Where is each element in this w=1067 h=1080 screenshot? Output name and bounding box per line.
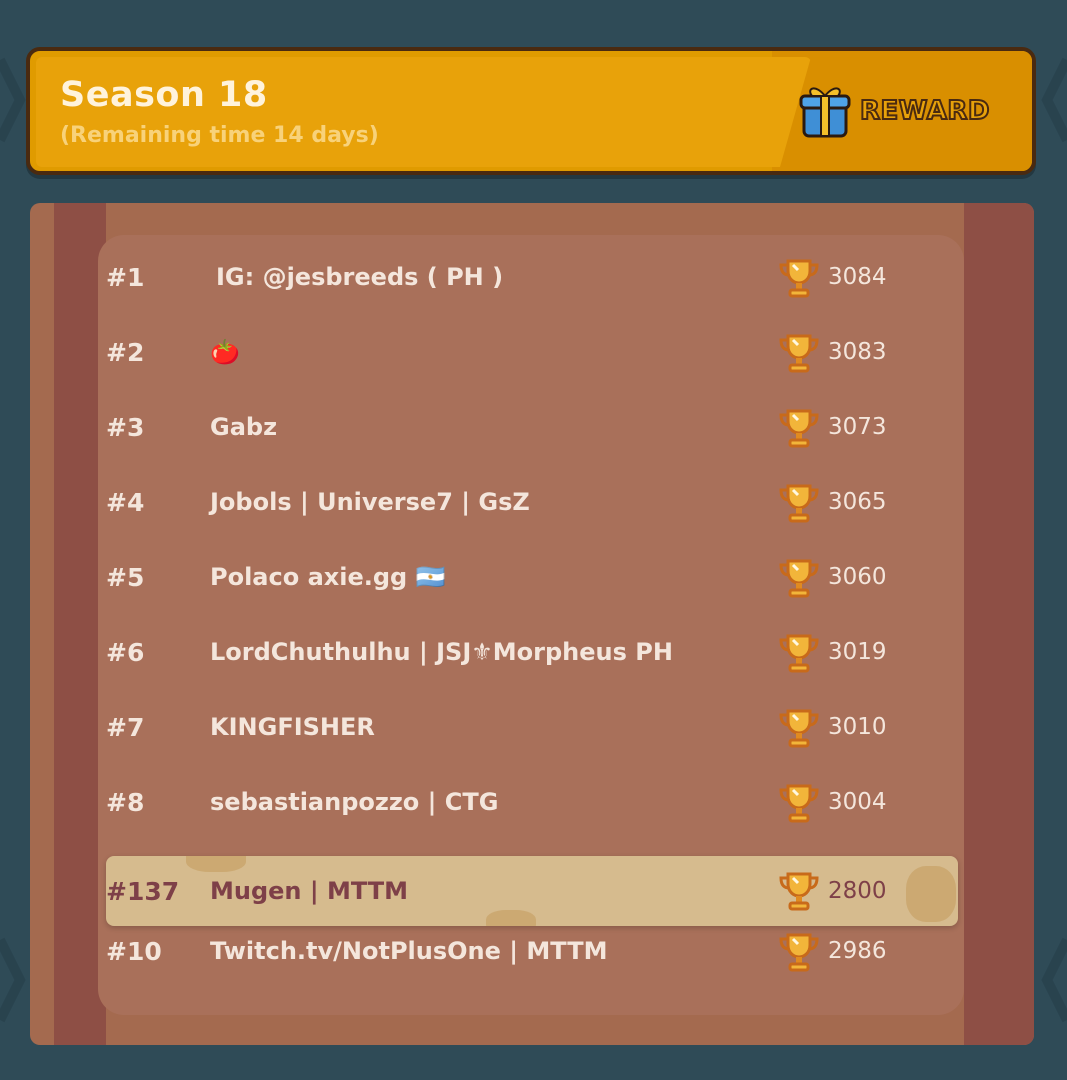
row-score: 3019 [828,639,887,665]
row-rank: #1 [106,262,145,292]
row-player-name: Jobols | Universe7 | GsZ [210,488,530,516]
row-score: 3004 [828,789,887,815]
row-player-name: 🍅 [210,338,240,366]
gift-icon [799,87,851,138]
row-rank: #8 [106,787,145,817]
row-player-name: Gabz [210,413,278,441]
row-score: 2986 [828,938,887,964]
leaderboard-row[interactable]: #10 Twitch.tv/NotPlusOne | MTTM 2986 [106,921,958,981]
row-score: 3073 [828,414,887,440]
row-rank: #6 [106,637,145,667]
row-rank: #4 [106,487,145,517]
current-player-row[interactable]: #137 Mugen | MTTM 2800 [106,856,958,926]
remaining-time: (Remaining time 14 days) [60,123,379,148]
row-score: 2800 [828,878,887,904]
trophy-icon [779,409,819,448]
trophy-icon [779,784,819,823]
leaderboard-list: #1 IG: @jesbreeds ( PH ) 3084 #2 🍅 3083 … [30,203,1034,1045]
leaderboard-board: #1 IG: @jesbreeds ( PH ) 3084 #2 🍅 3083 … [30,203,1034,1045]
row-player-name: Twitch.tv/NotPlusOne | MTTM [210,937,608,965]
row-player-name: LordChuthulhu | JSJ⚜Morpheus PH [210,638,673,666]
trophy-icon [779,634,819,673]
row-rank: #10 [106,936,162,966]
leaderboard-row[interactable]: #2 🍅 3083 [106,322,958,382]
trophy-icon [779,872,819,911]
leaderboard-row[interactable]: #7 KINGFISHER 3010 [106,697,958,757]
row-score: 3010 [828,714,887,740]
leaderboard-row[interactable]: #4 Jobols | Universe7 | GsZ 3065 [106,472,958,532]
row-rank: #2 [106,337,145,367]
row-rank: #7 [106,712,145,742]
row-player-name: sebastianpozzo | CTG [210,788,499,816]
leaderboard-row[interactable]: #6 LordChuthulhu | JSJ⚜Morpheus PH 3019 [106,622,958,682]
highlight-decoration [186,856,246,872]
season-title: Season 18 [60,75,268,115]
row-score: 3065 [828,489,887,515]
row-score: 3084 [828,264,887,290]
season-banner: Season 18 (Remaining time 14 days) REWAR… [26,47,1036,175]
row-player-name: KINGFISHER [210,713,375,741]
row-player-name: Mugen | MTTM [210,877,409,905]
row-score: 3060 [828,564,887,590]
trophy-icon [779,259,819,298]
trophy-icon [779,559,819,598]
row-rank: #3 [106,412,145,442]
trophy-icon [779,709,819,748]
reward-button[interactable]: REWARD [798,81,1008,141]
row-player-name: IG: @jesbreeds ( PH ) [216,263,504,291]
row-score: 3083 [828,339,887,365]
row-player-name: Polaco axie.gg 🇦🇷 [210,563,446,591]
highlight-decoration [906,866,956,922]
leaderboard-row[interactable]: #5 Polaco axie.gg 🇦🇷 3060 [106,547,958,607]
trophy-icon [779,933,819,972]
row-rank: #137 [106,876,180,906]
leaderboard-row[interactable]: #1 IG: @jesbreeds ( PH ) 3084 [106,247,958,307]
leaderboard-row[interactable]: #8 sebastianpozzo | CTG 3004 [106,772,958,832]
trophy-icon [779,334,819,373]
leaderboard-row[interactable]: #3 Gabz 3073 [106,397,958,457]
reward-label: REWARD [859,95,991,127]
trophy-icon [779,484,819,523]
row-rank: #5 [106,562,145,592]
